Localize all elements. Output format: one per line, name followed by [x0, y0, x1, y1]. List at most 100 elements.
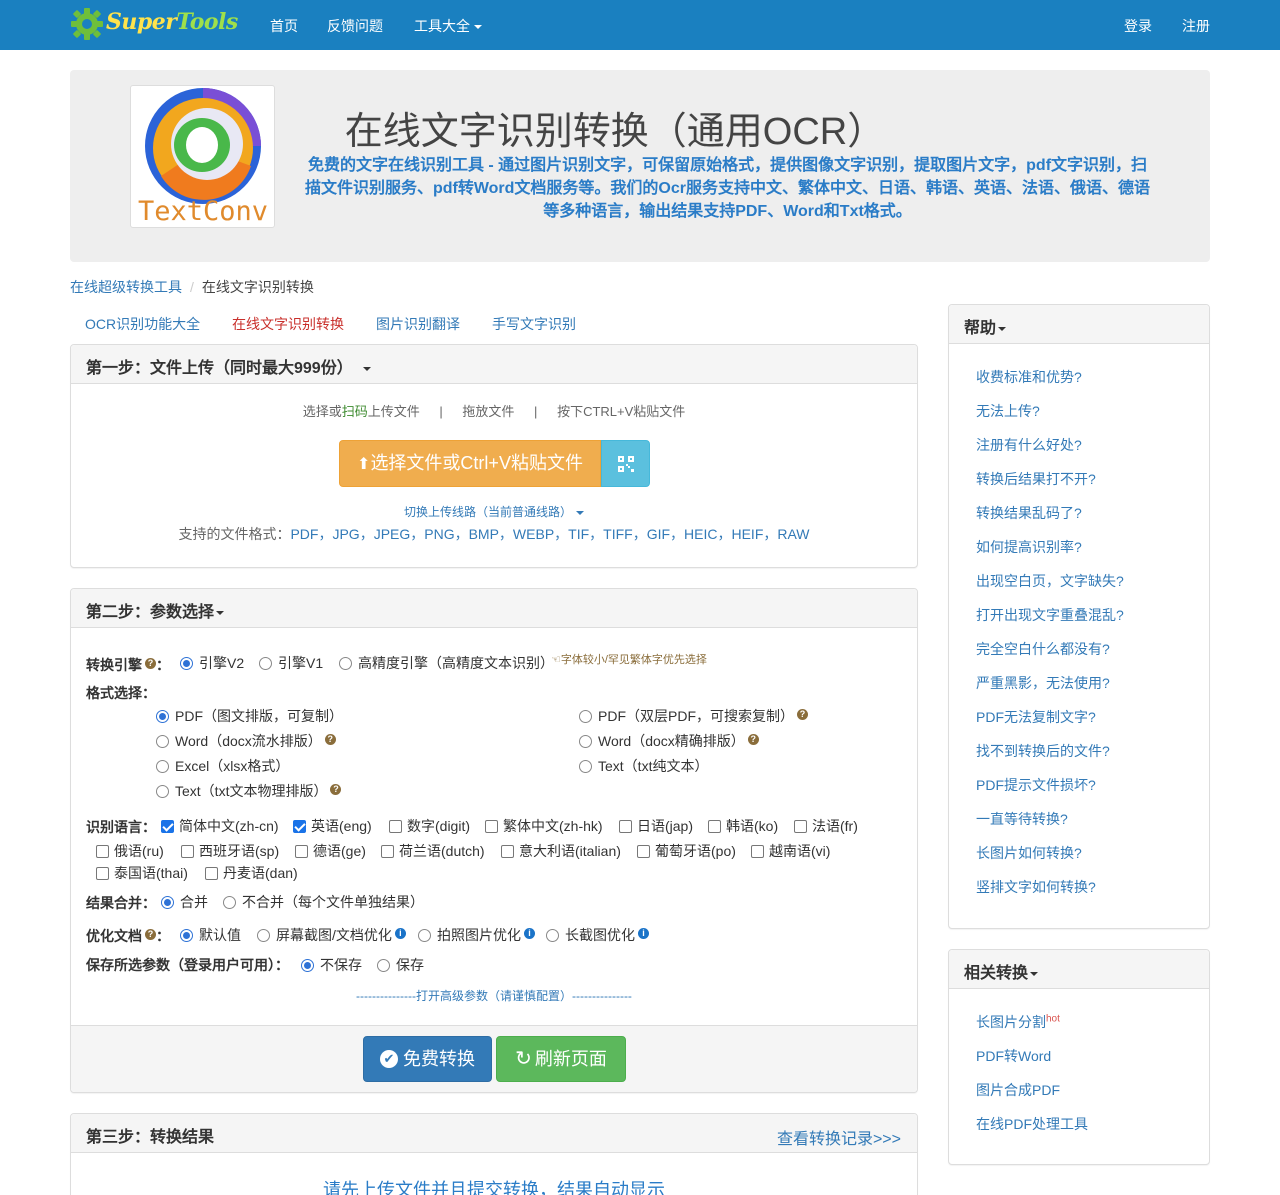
- convert-button[interactable]: ✔ 免费转换: [363, 1036, 492, 1082]
- checkbox-unchecked[interactable]: [181, 845, 194, 858]
- merge-yes-radio[interactable]: 合并: [161, 894, 208, 910]
- help-link-upload[interactable]: 无法上传?: [976, 401, 1040, 421]
- lang-thai[interactable]: 泰国语(thai): [96, 865, 188, 881]
- format-text-layout[interactable]: Text（txt文本物理排版）?: [156, 783, 342, 799]
- checkbox-checked[interactable]: [293, 820, 306, 833]
- engine-v2-radio[interactable]: 引擎V2: [180, 655, 244, 671]
- radio-checked[interactable]: [156, 710, 169, 723]
- radio-unchecked[interactable]: [377, 959, 390, 972]
- save-yes-radio[interactable]: 保存: [377, 957, 424, 973]
- radio-checked[interactable]: [301, 959, 314, 972]
- lang-ru[interactable]: 俄语(ru): [96, 843, 164, 859]
- step1-header[interactable]: 第一步：文件上传（同时最大999份）: [71, 345, 917, 384]
- checkbox-unchecked[interactable]: [637, 845, 650, 858]
- help-link-pricing[interactable]: 收费标准和优势?: [976, 367, 1082, 387]
- lang-ko[interactable]: 韩语(ko): [708, 818, 778, 834]
- help-icon[interactable]: ?: [797, 709, 808, 720]
- radio-unchecked[interactable]: [339, 657, 352, 670]
- format-excel[interactable]: Excel（xlsx格式）: [156, 758, 289, 774]
- help-link-garbled[interactable]: 转换结果乱码了?: [976, 503, 1082, 523]
- radio-unchecked[interactable]: [546, 929, 559, 942]
- tab-ocr-convert[interactable]: 在线文字识别转换: [232, 314, 344, 334]
- radio-unchecked[interactable]: [156, 735, 169, 748]
- radio-checked[interactable]: [161, 896, 174, 909]
- format-pdf-layout[interactable]: PDF（图文排版，可复制）: [156, 708, 343, 724]
- optimize-default-radio[interactable]: 默认值: [180, 927, 241, 943]
- radio-unchecked[interactable]: [156, 760, 169, 773]
- radio-checked[interactable]: [180, 929, 193, 942]
- lang-eng[interactable]: 英语(eng): [293, 818, 372, 834]
- lang-dutch[interactable]: 荷兰语(dutch): [381, 843, 485, 859]
- related-link-split-image[interactable]: 长图片分割hot: [976, 1012, 1060, 1032]
- help-link-overlap[interactable]: 打开出现文字重叠混乱?: [976, 605, 1124, 625]
- info-icon[interactable]: i: [524, 928, 535, 939]
- help-link-empty[interactable]: 完全空白什么都没有?: [976, 639, 1110, 659]
- help-link-pdf-damaged[interactable]: PDF提示文件损坏?: [976, 775, 1096, 795]
- help-icon[interactable]: ?: [747, 734, 759, 745]
- radio-unchecked[interactable]: [156, 785, 169, 798]
- help-link-waiting[interactable]: 一直等待转换?: [976, 809, 1068, 829]
- lang-jap[interactable]: 日语(jap): [619, 818, 693, 834]
- help-link-blank-page[interactable]: 出现空白页，文字缺失?: [976, 571, 1124, 591]
- breadcrumb-home[interactable]: 在线超级转换工具: [70, 279, 182, 295]
- checkbox-unchecked[interactable]: [381, 845, 394, 858]
- help-header[interactable]: 帮助: [949, 305, 1209, 344]
- checkbox-unchecked[interactable]: [389, 820, 402, 833]
- tab-image-translate[interactable]: 图片识别翻译: [376, 314, 460, 334]
- related-link-pdf-tools[interactable]: 在线PDF处理工具: [976, 1114, 1088, 1134]
- qrcode-upload-button[interactable]: [601, 440, 650, 487]
- checkbox-unchecked[interactable]: [485, 820, 498, 833]
- checkbox-unchecked[interactable]: [96, 845, 109, 858]
- history-link[interactable]: 查看转换记录>>>: [777, 1125, 901, 1149]
- radio-unchecked[interactable]: [579, 710, 592, 723]
- nav-login[interactable]: 登录: [1124, 16, 1152, 36]
- nav-feedback[interactable]: 反馈问题: [327, 16, 383, 36]
- help-icon[interactable]: ?: [145, 658, 156, 669]
- radio-unchecked[interactable]: [579, 760, 592, 773]
- step2-header[interactable]: 第二步：参数选择: [71, 589, 917, 628]
- radio-unchecked[interactable]: [579, 735, 592, 748]
- upload-button[interactable]: ⬆选择文件或Ctrl+V粘贴文件: [339, 440, 601, 487]
- optimize-photo-radio[interactable]: 拍照图片优化 i: [418, 927, 535, 943]
- radio-unchecked[interactable]: [257, 929, 270, 942]
- radio-unchecked[interactable]: [259, 657, 272, 670]
- checkbox-unchecked[interactable]: [295, 845, 308, 858]
- format-word-exact[interactable]: Word（docx精确排版）?: [579, 733, 759, 749]
- help-link-long-image[interactable]: 长图片如何转换?: [976, 843, 1082, 863]
- help-link-pdf-copy[interactable]: PDF无法复制文字?: [976, 707, 1096, 727]
- checkbox-unchecked[interactable]: [205, 867, 218, 880]
- save-no-radio[interactable]: 不保存: [301, 957, 362, 973]
- radio-checked[interactable]: [180, 657, 193, 670]
- switch-upload-line[interactable]: 切换上传线路（当前普通线路）: [71, 503, 917, 520]
- nav-home[interactable]: 首页: [270, 16, 298, 36]
- lang-vi[interactable]: 越南语(vi): [751, 843, 830, 859]
- hint-scan-link[interactable]: 扫码: [342, 404, 368, 419]
- checkbox-unchecked[interactable]: [96, 867, 109, 880]
- related-link-pdf-word[interactable]: PDF转Word: [976, 1046, 1051, 1066]
- lang-digit[interactable]: 数字(digit): [389, 818, 470, 834]
- format-text-plain[interactable]: Text（txt纯文本）: [579, 758, 708, 774]
- checkbox-unchecked[interactable]: [708, 820, 721, 833]
- optimize-long-radio[interactable]: 长截图优化 i: [546, 927, 649, 943]
- tab-handwriting[interactable]: 手写文字识别: [492, 314, 576, 334]
- checkbox-unchecked[interactable]: [501, 845, 514, 858]
- checkbox-unchecked[interactable]: [794, 820, 807, 833]
- help-icon[interactable]: ?: [324, 734, 336, 745]
- brand-name[interactable]: SuperTools: [106, 9, 238, 35]
- radio-unchecked[interactable]: [223, 896, 236, 909]
- lang-ge[interactable]: 德语(ge): [295, 843, 366, 859]
- merge-no-radio[interactable]: 不合并（每个文件单独结果）: [223, 894, 424, 910]
- lang-fr[interactable]: 法语(fr): [794, 818, 858, 834]
- format-word-flow[interactable]: Word（docx流水排版）?: [156, 733, 336, 749]
- help-icon[interactable]: ?: [145, 929, 156, 940]
- help-link-vertical-text[interactable]: 竖排文字如何转换?: [976, 877, 1096, 897]
- related-link-image-pdf[interactable]: 图片合成PDF: [976, 1080, 1060, 1100]
- info-icon[interactable]: i: [638, 928, 649, 939]
- info-icon[interactable]: i: [394, 928, 406, 939]
- lang-dan[interactable]: 丹麦语(dan): [205, 865, 298, 881]
- refresh-button[interactable]: ↻ 刷新页面: [496, 1036, 626, 1082]
- checkbox-checked[interactable]: [161, 820, 174, 833]
- lang-zh-cn[interactable]: 简体中文(zh-cn): [161, 818, 279, 834]
- related-header[interactable]: 相关转换: [949, 950, 1209, 989]
- optimize-screenshot-radio[interactable]: 屏幕截图/文档优化 i: [257, 927, 406, 943]
